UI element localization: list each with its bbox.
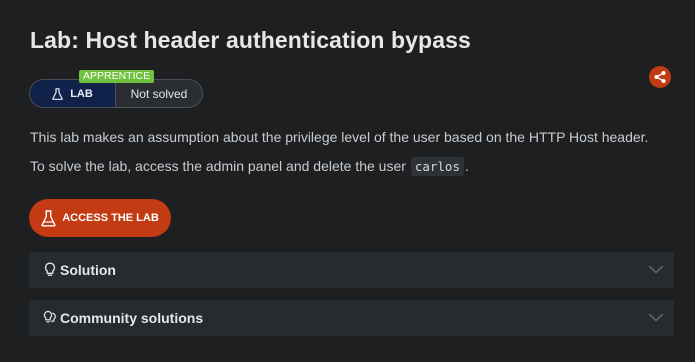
page-title: Lab: Host header authentication bypass bbox=[30, 27, 471, 53]
lab-goal: To solve the lab, access the admin panel… bbox=[30, 157, 469, 176]
goal-suffix: . bbox=[464, 158, 469, 174]
flask-icon bbox=[41, 209, 56, 226]
lab-description: This lab makes an assumption about the p… bbox=[30, 129, 649, 145]
flask-icon bbox=[52, 87, 63, 100]
access-lab-label: ACCESS THE LAB bbox=[62, 212, 159, 224]
share-icon bbox=[654, 71, 666, 83]
chevron-down-icon bbox=[648, 313, 664, 322]
level-badge: APPRENTICE bbox=[79, 70, 155, 83]
community-solutions-accordion[interactable]: Community solutions bbox=[29, 300, 674, 336]
solved-status: Not solved bbox=[130, 86, 188, 101]
solution-accordion[interactable]: Solution bbox=[29, 252, 674, 288]
share-button[interactable] bbox=[649, 66, 671, 88]
lab-status-widget: LAB Not solved bbox=[29, 79, 203, 108]
goal-text: To solve the lab, access the admin panel… bbox=[30, 158, 406, 174]
access-lab-button[interactable]: ACCESS THE LAB bbox=[29, 199, 171, 237]
lightbulbs-icon bbox=[43, 310, 56, 323]
target-username: carlos bbox=[410, 157, 464, 176]
lab-label: LAB bbox=[70, 87, 93, 100]
lightbulb-icon bbox=[44, 262, 56, 276]
chevron-down-icon bbox=[648, 265, 664, 274]
lab-type-indicator: LAB bbox=[30, 80, 116, 107]
community-solutions-label: Community solutions bbox=[60, 310, 204, 326]
solution-label: Solution bbox=[60, 262, 116, 278]
